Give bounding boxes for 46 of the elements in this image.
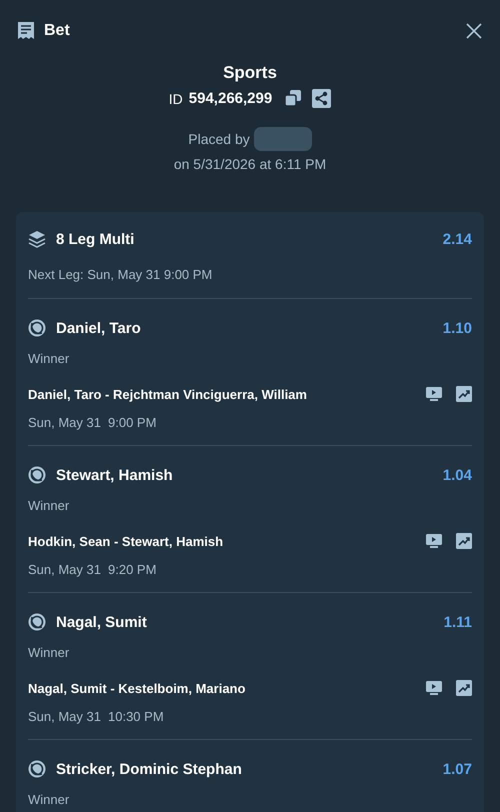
copy-icon[interactable]: [284, 89, 302, 107]
bet-id: 594,266,299: [188, 90, 272, 107]
event-time: 9:00 PM: [108, 415, 156, 430]
event-name: Nagal, Sumit - Kestelboim, Mariano: [28, 680, 246, 696]
tennis-ball-icon: [28, 466, 46, 484]
placed-by-label: Placed by: [188, 131, 250, 147]
dialog-title: Bet: [44, 22, 71, 40]
selection-odds: 1.04: [442, 466, 472, 484]
multi-title: 8 Leg Multi: [56, 230, 136, 248]
tennis-ball-icon: [28, 613, 46, 631]
layers-icon: [28, 230, 46, 248]
close-icon[interactable]: [466, 22, 482, 38]
id-label: ID: [168, 90, 183, 106]
video-icon[interactable]: [426, 534, 442, 548]
selection-odds: 1.07: [442, 760, 472, 778]
placed-date: on 5/31/2026 at 6:11 PM: [174, 156, 326, 172]
selection-odds: 1.10: [442, 320, 472, 336]
redacted-name: [254, 127, 312, 151]
stats-chart-icon[interactable]: [456, 533, 472, 549]
bet-category: Sports: [223, 63, 277, 83]
multi-odds: 2.14: [442, 230, 472, 248]
tennis-ball-icon: [28, 319, 46, 337]
selection-name: Stewart, Hamish: [56, 466, 174, 484]
stats-chart-icon[interactable]: [456, 386, 472, 402]
video-icon[interactable]: [426, 681, 442, 695]
event-date: Sun, May 31: [28, 415, 101, 430]
selection-name: Nagal, Sumit: [56, 614, 148, 630]
event-date: Sun, May 31: [28, 709, 101, 724]
stats-chart-icon[interactable]: [456, 680, 472, 696]
market-name: Winner: [28, 792, 70, 807]
next-leg-time: Next Leg: Sun, May 31 9:00 PM: [28, 267, 214, 282]
share-icon[interactable]: [312, 89, 332, 108]
video-icon[interactable]: [426, 387, 442, 401]
event-name: Hodkin, Sean - Stewart, Hamish: [28, 534, 224, 548]
event-name: Daniel, Taro - Rejchtman Vinciguerra, William: [28, 386, 308, 402]
market-name: Winner: [28, 498, 70, 513]
selection-odds: 1.11: [444, 614, 472, 630]
selection-name: Daniel, Taro: [56, 320, 142, 336]
selection-name: Stricker, Dominic Stephan: [56, 760, 243, 778]
receipt-icon: [17, 21, 35, 40]
market-name: Winner: [28, 351, 70, 366]
market-name: Winner: [28, 645, 70, 660]
tennis-ball-icon: [28, 760, 46, 778]
event-time: 10:30 PM: [108, 709, 164, 724]
event-time: 9:20 PM: [108, 562, 156, 577]
event-date: Sun, May 31: [28, 562, 101, 577]
